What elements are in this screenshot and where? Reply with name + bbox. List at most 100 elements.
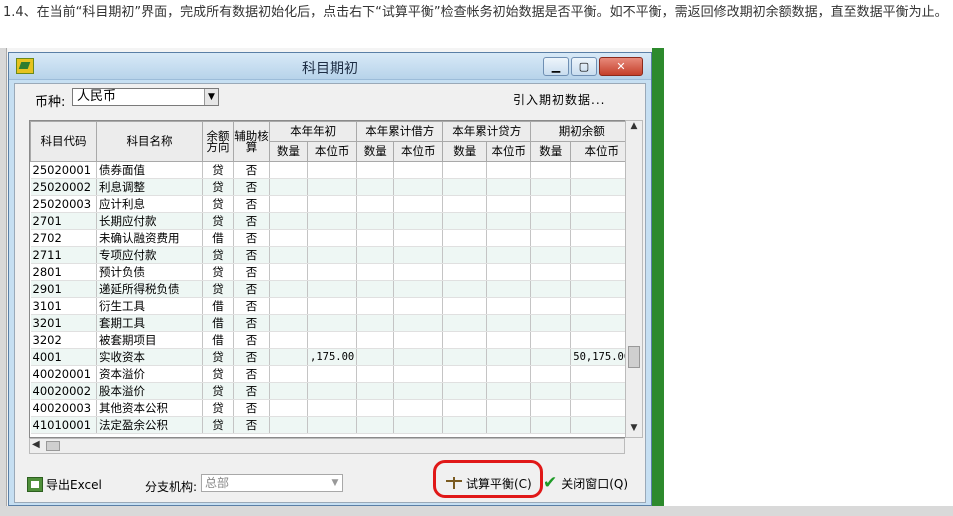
cell-aux[interactable]: 否: [233, 399, 270, 417]
cell-credit-qty[interactable]: [442, 161, 488, 179]
cell-name[interactable]: 递延所得税负债: [96, 280, 203, 298]
close-window-icon-button[interactable]: ✕: [599, 57, 643, 76]
cell-aux[interactable]: 否: [233, 161, 270, 179]
cell-debit-amount[interactable]: [393, 212, 444, 230]
cell-debit-amount[interactable]: [393, 399, 444, 417]
cell-name[interactable]: 资本溢价: [96, 365, 203, 383]
cell-debit-qty[interactable]: [356, 365, 395, 383]
cell-aux[interactable]: 否: [233, 314, 270, 332]
cell-debit-qty[interactable]: [356, 263, 395, 281]
cell-code[interactable]: 2801: [30, 263, 97, 281]
cell-debit-amount[interactable]: [393, 331, 444, 349]
cell-credit-qty[interactable]: [442, 399, 488, 417]
cell-credit-amount[interactable]: [486, 365, 532, 383]
cell-credit-qty[interactable]: [442, 195, 488, 213]
cell-y0-qty[interactable]: [269, 331, 308, 349]
cell-aux[interactable]: 否: [233, 348, 270, 366]
cell-name[interactable]: 长期应付款: [96, 212, 203, 230]
cell-balance-amount[interactable]: [570, 212, 634, 230]
cell-y0-amount[interactable]: [307, 365, 358, 383]
cell-y0-qty[interactable]: [269, 365, 308, 383]
cell-debit-amount[interactable]: [393, 297, 444, 315]
cell-y0-amount[interactable]: [307, 161, 358, 179]
minimize-button[interactable]: ▁: [543, 57, 569, 76]
cell-debit-amount[interactable]: [393, 416, 444, 434]
scroll-down-icon[interactable]: ▼: [626, 423, 642, 437]
cell-credit-amount[interactable]: [486, 212, 532, 230]
cell-balance-qty[interactable]: [530, 297, 572, 315]
header-name[interactable]: 科目名称: [96, 121, 203, 162]
cell-credit-qty[interactable]: [442, 314, 488, 332]
cell-y0-amount[interactable]: [307, 297, 358, 315]
cell-debit-qty[interactable]: [356, 246, 395, 264]
cell-name[interactable]: 其他资本公积: [96, 399, 203, 417]
cell-credit-amount[interactable]: [486, 195, 532, 213]
cell-debit-qty[interactable]: [356, 178, 395, 196]
cell-credit-amount[interactable]: [486, 348, 532, 366]
cell-balance-qty[interactable]: [530, 399, 572, 417]
cell-debit-qty[interactable]: [356, 382, 395, 400]
cell-direction[interactable]: 贷: [202, 280, 234, 298]
cell-name[interactable]: 专项应付款: [96, 246, 203, 264]
cell-direction[interactable]: 贷: [202, 212, 234, 230]
cell-balance-qty[interactable]: [530, 365, 572, 383]
cell-direction[interactable]: 借: [202, 331, 234, 349]
cell-code[interactable]: 2702: [30, 229, 97, 247]
cell-aux[interactable]: 否: [233, 178, 270, 196]
cell-credit-amount[interactable]: [486, 416, 532, 434]
cell-y0-amount[interactable]: [307, 246, 358, 264]
cell-y0-qty[interactable]: [269, 263, 308, 281]
cell-code[interactable]: 3202: [30, 331, 97, 349]
cell-debit-amount[interactable]: [393, 382, 444, 400]
cell-debit-amount[interactable]: [393, 246, 444, 264]
cell-name[interactable]: 应计利息: [96, 195, 203, 213]
cell-credit-amount[interactable]: [486, 263, 532, 281]
cell-debit-qty[interactable]: [356, 297, 395, 315]
cell-credit-qty[interactable]: [442, 331, 488, 349]
cell-y0-amount[interactable]: [307, 399, 358, 417]
cell-y0-qty[interactable]: [269, 348, 308, 366]
cell-code[interactable]: 25020003: [30, 195, 97, 213]
cell-balance-qty[interactable]: [530, 178, 572, 196]
cell-credit-qty[interactable]: [442, 416, 488, 434]
cell-credit-amount[interactable]: [486, 314, 532, 332]
cell-balance-qty[interactable]: [530, 314, 572, 332]
cell-credit-qty[interactable]: [442, 348, 488, 366]
chevron-down-icon[interactable]: ▼: [204, 89, 218, 105]
cell-direction[interactable]: 贷: [202, 416, 234, 434]
cell-credit-qty[interactable]: [442, 178, 488, 196]
cell-credit-amount[interactable]: [486, 161, 532, 179]
cell-aux[interactable]: 否: [233, 382, 270, 400]
cell-name[interactable]: 套期工具: [96, 314, 203, 332]
cell-debit-amount[interactable]: [393, 229, 444, 247]
cell-balance-amount[interactable]: [570, 178, 634, 196]
cell-direction[interactable]: 贷: [202, 246, 234, 264]
cell-balance-qty[interactable]: [530, 382, 572, 400]
table-row[interactable]: 2701 长期应付款贷否: [30, 212, 634, 230]
table-row[interactable]: 2711 专项应付款贷否: [30, 246, 634, 264]
table-row[interactable]: 40020002 股本溢价贷否: [30, 382, 634, 400]
cell-aux[interactable]: 否: [233, 331, 270, 349]
cell-balance-amount[interactable]: [570, 399, 634, 417]
cell-aux[interactable]: 否: [233, 416, 270, 434]
cell-name[interactable]: 被套期项目: [96, 331, 203, 349]
cell-balance-qty[interactable]: [530, 161, 572, 179]
cell-y0-qty[interactable]: [269, 212, 308, 230]
scroll-thumb[interactable]: [628, 346, 640, 368]
cell-debit-qty[interactable]: [356, 399, 395, 417]
cell-debit-qty[interactable]: [356, 416, 395, 434]
cell-balance-amount[interactable]: [570, 331, 634, 349]
cell-balance-amount[interactable]: [570, 195, 634, 213]
trial-balance-button[interactable]: 试算平衡(C): [439, 472, 537, 494]
cell-balance-amount[interactable]: [570, 297, 634, 315]
cell-debit-amount[interactable]: [393, 161, 444, 179]
maximize-button[interactable]: ▢: [571, 57, 597, 76]
cell-direction[interactable]: 贷: [202, 161, 234, 179]
cell-balance-qty[interactable]: [530, 246, 572, 264]
cell-debit-amount[interactable]: [393, 314, 444, 332]
cell-direction[interactable]: 贷: [202, 399, 234, 417]
header-aux[interactable]: 辅助核算: [233, 121, 270, 162]
cell-y0-amount[interactable]: [307, 263, 358, 281]
cell-aux[interactable]: 否: [233, 195, 270, 213]
cell-balance-amount[interactable]: [570, 229, 634, 247]
